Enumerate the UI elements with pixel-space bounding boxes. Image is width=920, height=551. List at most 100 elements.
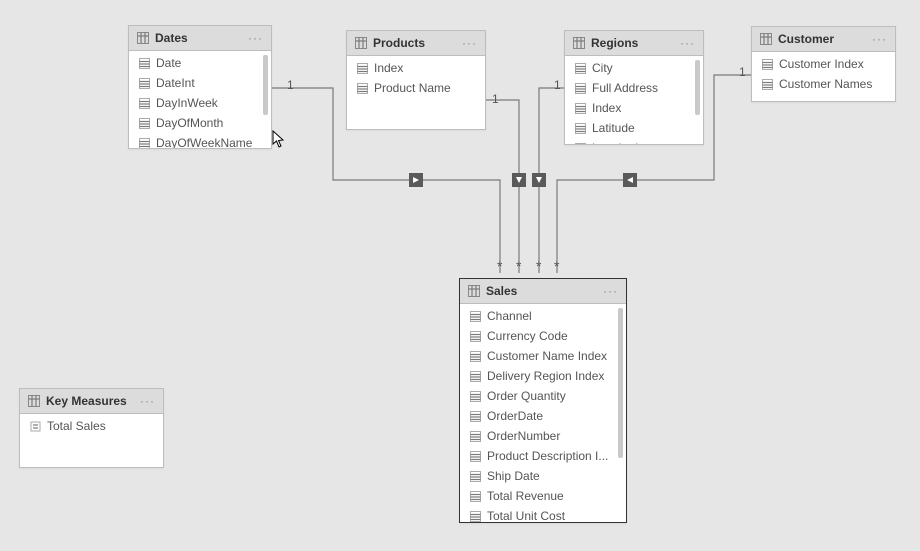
field-row[interactable]: Full Address bbox=[565, 78, 703, 98]
column-icon bbox=[575, 63, 586, 74]
more-icon[interactable]: ··· bbox=[248, 31, 263, 45]
table-icon bbox=[355, 37, 367, 49]
cardinality-many-1: * bbox=[497, 261, 502, 271]
field-list-customer: Customer Index Customer Names bbox=[752, 52, 895, 101]
field-row[interactable]: OrderNumber bbox=[460, 426, 626, 446]
field-row[interactable]: Latitude bbox=[565, 118, 703, 138]
table-title: Products bbox=[373, 36, 456, 50]
filter-direction-customer bbox=[623, 173, 637, 187]
field-row[interactable]: Currency Code bbox=[460, 326, 626, 346]
measure-icon bbox=[30, 421, 41, 432]
field-row[interactable]: Total Revenue bbox=[460, 486, 626, 506]
field-row[interactable]: OrderDate bbox=[460, 406, 626, 426]
field-row[interactable]: City bbox=[565, 58, 703, 78]
field-label: Total Sales bbox=[47, 419, 106, 433]
more-icon[interactable]: ··· bbox=[140, 394, 155, 408]
filter-direction-dates bbox=[409, 173, 423, 187]
field-label: DayInWeek bbox=[156, 96, 218, 110]
filter-direction-products bbox=[512, 173, 526, 187]
cardinality-dates-one: 1 bbox=[287, 78, 294, 92]
field-row[interactable]: Product Description I... bbox=[460, 446, 626, 466]
field-row[interactable]: Order Quantity bbox=[460, 386, 626, 406]
scrollbar[interactable] bbox=[618, 308, 623, 458]
field-row[interactable]: Customer Names bbox=[752, 74, 895, 94]
field-label: Delivery Region Index bbox=[487, 369, 604, 383]
field-label: Full Address bbox=[592, 81, 658, 95]
cardinality-many-3: * bbox=[536, 261, 541, 271]
field-label: Latitude bbox=[592, 121, 635, 135]
field-label: Customer Index bbox=[779, 57, 864, 71]
column-icon bbox=[470, 451, 481, 462]
table-products[interactable]: Products ··· Index Product Name bbox=[346, 30, 486, 130]
field-label: Index bbox=[374, 61, 403, 75]
field-label: Total Revenue bbox=[487, 489, 564, 503]
field-label: Customer Names bbox=[779, 77, 872, 91]
field-row[interactable]: Ship Date bbox=[460, 466, 626, 486]
field-list-sales: Channel Currency Code Customer Name Inde… bbox=[460, 304, 626, 522]
column-icon bbox=[470, 471, 481, 482]
field-row[interactable]: DayInWeek bbox=[129, 93, 271, 113]
field-row[interactable]: Delivery Region Index bbox=[460, 366, 626, 386]
column-icon bbox=[470, 371, 481, 382]
table-header-customer[interactable]: Customer ··· bbox=[752, 27, 895, 52]
more-icon[interactable]: ··· bbox=[603, 284, 618, 298]
field-row[interactable]: DayOfWeekName bbox=[129, 133, 271, 148]
field-row[interactable]: Longitude bbox=[565, 138, 703, 144]
table-key-measures[interactable]: Key Measures ··· Total Sales bbox=[19, 388, 164, 468]
field-label: DayOfWeekName bbox=[156, 136, 252, 148]
field-row[interactable]: Date bbox=[129, 53, 271, 73]
more-icon[interactable]: ··· bbox=[462, 36, 477, 50]
table-customer[interactable]: Customer ··· Customer Index Customer Nam… bbox=[751, 26, 896, 102]
column-icon bbox=[470, 351, 481, 362]
field-label: OrderNumber bbox=[487, 429, 560, 443]
filter-direction-regions bbox=[532, 173, 546, 187]
field-label: City bbox=[592, 61, 613, 75]
field-row[interactable]: Total Sales bbox=[20, 416, 163, 436]
field-row[interactable]: Product Name bbox=[347, 78, 485, 98]
column-icon bbox=[139, 98, 150, 109]
column-icon bbox=[575, 123, 586, 134]
field-row[interactable]: Channel bbox=[460, 306, 626, 326]
field-list-regions: City Full Address Index Latitude Longitu… bbox=[565, 56, 703, 144]
table-title: Key Measures bbox=[46, 394, 134, 408]
table-icon bbox=[28, 395, 40, 407]
table-header-products[interactable]: Products ··· bbox=[347, 31, 485, 56]
field-row[interactable]: Index bbox=[347, 58, 485, 78]
column-icon bbox=[762, 79, 773, 90]
table-header-dates[interactable]: Dates ··· bbox=[129, 26, 271, 51]
field-label: Index bbox=[592, 101, 621, 115]
field-row[interactable]: Customer Name Index bbox=[460, 346, 626, 366]
more-icon[interactable]: ··· bbox=[680, 36, 695, 50]
field-row[interactable]: DateInt bbox=[129, 73, 271, 93]
field-label: Currency Code bbox=[487, 329, 568, 343]
field-row[interactable]: Index bbox=[565, 98, 703, 118]
column-icon bbox=[139, 78, 150, 89]
column-icon bbox=[762, 59, 773, 70]
field-row[interactable]: DayOfMonth bbox=[129, 113, 271, 133]
field-row[interactable]: Customer Index bbox=[752, 54, 895, 74]
column-icon bbox=[139, 118, 150, 129]
field-label: Product Description I... bbox=[487, 449, 608, 463]
table-regions[interactable]: Regions ··· City Full Address Index Lati… bbox=[564, 30, 704, 145]
cardinality-many-2: * bbox=[516, 261, 521, 271]
table-title: Dates bbox=[155, 31, 242, 45]
scrollbar[interactable] bbox=[695, 60, 700, 115]
column-icon bbox=[470, 411, 481, 422]
table-header-regions[interactable]: Regions ··· bbox=[565, 31, 703, 56]
field-list-dates: Date DateInt DayInWeek DayOfMonth DayOfW… bbox=[129, 51, 271, 148]
table-header-key-measures[interactable]: Key Measures ··· bbox=[20, 389, 163, 414]
table-dates[interactable]: Dates ··· Date DateInt DayInWeek DayOfMo… bbox=[128, 25, 272, 149]
more-icon[interactable]: ··· bbox=[872, 32, 887, 46]
field-label: Order Quantity bbox=[487, 389, 566, 403]
cardinality-customer-one: 1 bbox=[739, 65, 746, 79]
field-label: Channel bbox=[487, 309, 532, 323]
field-row[interactable]: Total Unit Cost bbox=[460, 506, 626, 522]
table-title: Sales bbox=[486, 284, 597, 298]
column-icon bbox=[139, 58, 150, 69]
column-icon bbox=[470, 311, 481, 322]
column-icon bbox=[357, 63, 368, 74]
table-header-sales[interactable]: Sales ··· bbox=[460, 279, 626, 304]
table-sales[interactable]: Sales ··· Channel Currency Code Customer… bbox=[459, 278, 627, 523]
scrollbar[interactable] bbox=[263, 55, 268, 115]
table-icon bbox=[573, 37, 585, 49]
